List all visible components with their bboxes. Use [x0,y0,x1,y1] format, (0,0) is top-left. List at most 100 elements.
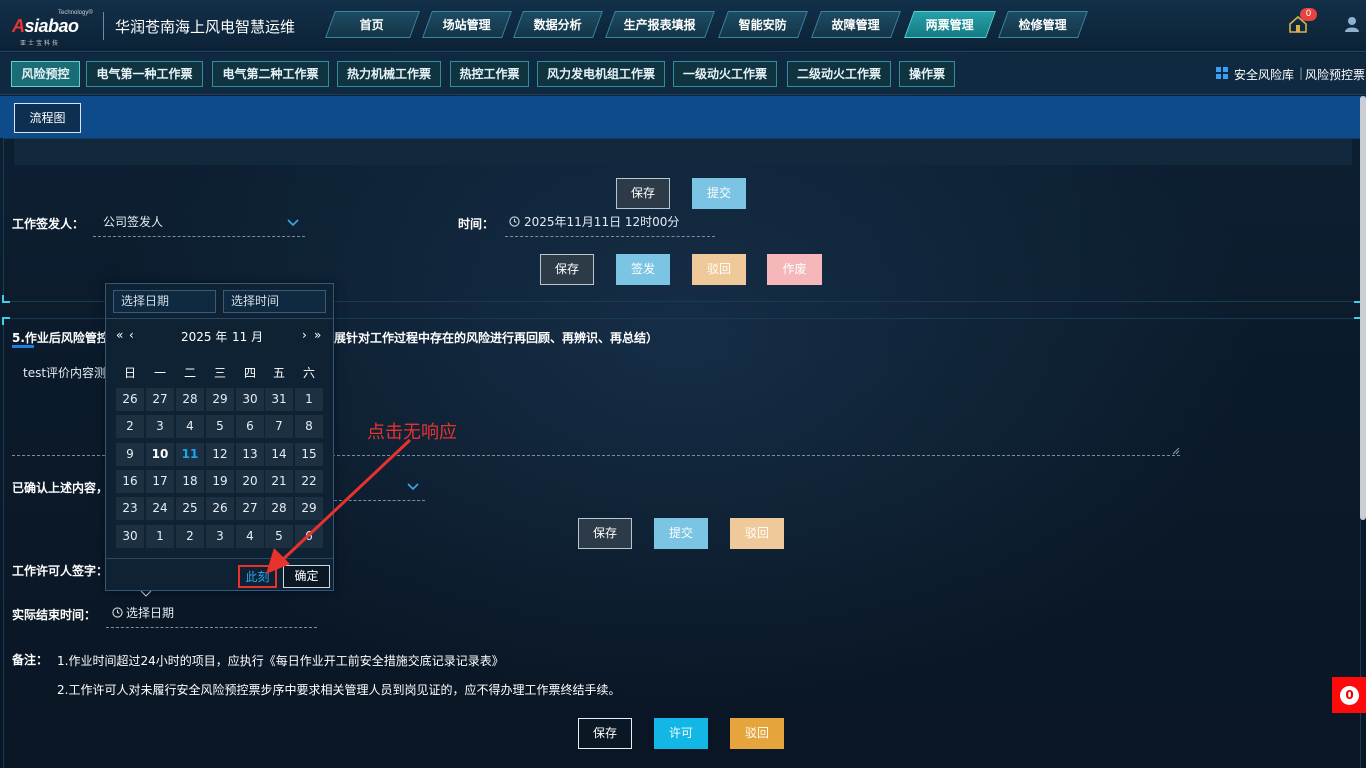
signer-select[interactable]: 公司签发人 [93,211,305,237]
calendar-day[interactable]: 12 [206,443,234,466]
save-button[interactable]: 保存 [616,178,670,209]
calendar-day[interactable]: 28 [176,388,204,411]
next-month-button[interactable]: › [302,328,307,342]
calendar-day[interactable]: 30 [116,525,144,548]
annotation-arrow-icon [266,438,412,574]
picker-month: 11 月 [232,330,264,344]
user-icon[interactable] [1342,14,1362,34]
page-scrollbar[interactable] [1360,96,1366,520]
panel-top-strip [14,139,1352,165]
toolbar: 流程图 [0,96,1366,138]
picker-time-input[interactable]: 选择时间 [223,290,326,313]
calendar-day[interactable]: 23 [116,497,144,520]
subnav-risk-control[interactable]: 风险预控 [11,61,80,87]
chevron-down-icon [287,219,299,227]
calendar-day[interactable]: 17 [146,470,174,493]
calendar-day[interactable]: 10 [146,443,174,466]
calendar-day[interactable]: 5 [206,415,234,438]
calendar-day[interactable]: 1 [295,388,323,411]
sign-time-value: 2025年11月11日 12时00分 [524,215,680,229]
reject-button[interactable]: 驳回 [692,254,746,285]
subnav-wind-turbine-ticket[interactable]: 风力发电机组工作票 [537,61,665,87]
calendar-day[interactable]: 31 [265,388,293,411]
reject-button-2[interactable]: 驳回 [730,518,784,549]
title-underline [12,345,34,348]
picker-year: 2025 年 [181,330,228,344]
picker-date-input[interactable]: 选择日期 [113,290,216,313]
company-logo: Technology® Asiabao 亚士宝科技 [12,10,94,47]
calendar-day[interactable]: 6 [236,415,264,438]
nav-item-security[interactable]: 智能安防 [718,11,808,38]
sign-time-field[interactable]: 2025年11月11日 12时00分 [505,211,715,237]
reject-final-button[interactable]: 驳回 [730,718,784,749]
prev-month-button[interactable]: ‹ [129,328,134,342]
resize-handle-icon[interactable] [1172,447,1180,455]
prev-year-button[interactable]: « [116,328,123,342]
nav-item-data-analysis[interactable]: 数据分析 [513,11,603,38]
calendar-day[interactable]: 3 [146,415,174,438]
save-final-button[interactable]: 保存 [578,718,632,749]
signer-label: 工作签发人： [12,217,85,231]
sign-button[interactable]: 签发 [616,254,670,285]
void-button[interactable]: 作废 [767,254,822,285]
subnav-operation-ticket[interactable]: 操作票 [899,61,955,87]
save-button-3[interactable]: 保存 [578,518,632,549]
permit-button[interactable]: 许可 [654,718,708,749]
weekday-header: 五 [272,366,285,380]
calendar-day[interactable]: 18 [176,470,204,493]
remark-2: 2.工作许可人对未履行安全风险预控票步序中要求相关管理人员到岗见证的，应不得办理… [57,683,621,697]
save-button-2[interactable]: 保存 [540,254,594,285]
flowchart-button[interactable]: 流程图 [14,103,81,133]
grid-icon [1216,67,1228,79]
section-title-left: 5.作业后风险管控 [12,331,109,345]
submit-button[interactable]: 提交 [692,178,746,209]
calendar-day[interactable]: 24 [146,497,174,520]
calendar-day[interactable]: 26 [116,388,144,411]
calendar-day[interactable]: 1 [146,525,174,548]
floating-notification[interactable]: 0 [1332,677,1366,713]
logo-brand: Asiabao [12,16,79,36]
calendar-day[interactable]: 30 [236,388,264,411]
subnav-fire-ticket-2[interactable]: 二级动火工作票 [787,61,891,87]
end-time-field[interactable]: 选择日期 [106,602,317,628]
calendar-day[interactable]: 16 [116,470,144,493]
subnav-elec-ticket-1[interactable]: 电气第一种工作票 [86,61,203,87]
remark-1: 1.作业时间超过24小时的项目，应执行《每日作业开工前安全措施交底记录记录表》 [57,654,504,668]
submit-button-2[interactable]: 提交 [654,518,708,549]
clock-icon [509,216,520,227]
subnav-thermal-mech-ticket[interactable]: 热力机械工作票 [337,61,441,87]
calendar-day[interactable]: 19 [206,470,234,493]
nav-item-home[interactable]: 首页 [325,11,420,38]
calendar-day[interactable]: 29 [206,388,234,411]
risk-control-ticket-link[interactable]: 风险预控票 [1305,66,1365,83]
header-divider [103,12,104,40]
nav-item-fault[interactable]: 故障管理 [811,11,901,38]
calendar-day[interactable]: 27 [146,388,174,411]
subnav-elec-ticket-2[interactable]: 电气第二种工作票 [212,61,329,87]
picker-divider [106,318,333,319]
corner-decoration [2,317,10,325]
nav-item-tickets[interactable]: 两票管理 [904,11,996,38]
corner-decoration [2,295,10,303]
calendar-day[interactable]: 11 [176,443,204,466]
nav-item-report[interactable]: 生产报表填报 [605,11,715,38]
calendar-day[interactable]: 26 [206,497,234,520]
calendar-day[interactable]: 2 [176,525,204,548]
top-header: Technology® Asiabao 亚士宝科技 华润苍南海上风电智慧运维 首… [0,0,1366,52]
calendar-day[interactable]: 3 [206,525,234,548]
weekday-header: 日 [123,366,136,380]
nav-item-maintenance[interactable]: 检修管理 [998,11,1088,38]
calendar-day[interactable]: 9 [116,443,144,466]
next-year-button[interactable]: » [314,328,321,342]
evaluation-text: test评价内容测 [23,366,107,380]
calendar-day[interactable]: 2 [116,415,144,438]
calendar-day[interactable]: 8 [295,415,323,438]
calendar-day[interactable]: 25 [176,497,204,520]
subnav-fire-ticket-1[interactable]: 一级动火工作票 [673,61,777,87]
permit-sign-label: 工作许可人签字： [12,564,109,578]
nav-item-station[interactable]: 场站管理 [422,11,512,38]
calendar-day[interactable]: 7 [265,415,293,438]
safety-risk-library-link[interactable]: 安全风险库 [1234,66,1294,83]
calendar-day[interactable]: 4 [176,415,204,438]
subnav-thermal-ctrl-ticket[interactable]: 热控工作票 [450,61,529,87]
